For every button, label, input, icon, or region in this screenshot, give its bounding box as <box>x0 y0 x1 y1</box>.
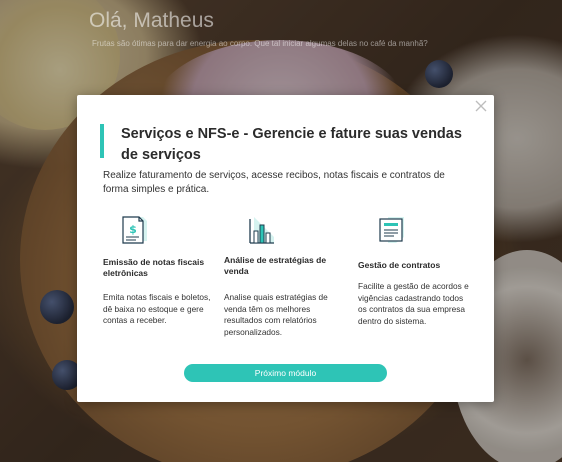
close-icon <box>475 100 487 112</box>
contract-document-icon <box>379 217 404 243</box>
svg-text:$: $ <box>129 223 137 236</box>
feature-text: Analise quais estratégias de venda têm o… <box>224 292 328 337</box>
feature-title: Análise de estratégias de venda <box>224 255 327 276</box>
feature-title: Gestão de contratos <box>358 260 441 270</box>
feature-text: Emita notas fiscais e boletos, dê baixa … <box>103 292 211 325</box>
greeting-title: Olá, Matheus <box>89 9 214 32</box>
bar-chart-icon <box>249 217 274 244</box>
feature-text: Facilite a gestão de acordos e vigências… <box>358 281 469 326</box>
greeting-subtitle: Frutas são ótimas para dar energia ao co… <box>92 39 428 48</box>
next-module-button[interactable]: Próximo módulo <box>184 364 387 382</box>
invoice-document-icon: $ <box>122 216 147 244</box>
module-modal: Serviços e NFS-e - Gerencie e fature sua… <box>77 95 494 402</box>
feature-title: Emissão de notas fiscais eletrônicas <box>103 257 205 278</box>
modal-title: Serviços e NFS-e - Gerencie e fature sua… <box>121 126 462 163</box>
modal-description: Realize faturamento de serviços, acesse … <box>103 170 445 195</box>
feature-list: $ Emissão de notas fiscais eletrônicas E… <box>103 211 473 351</box>
accent-bar <box>100 124 104 158</box>
close-button[interactable] <box>474 99 488 113</box>
